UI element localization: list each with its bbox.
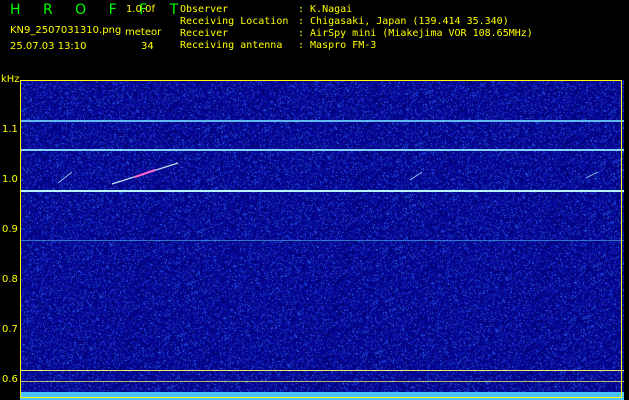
y-tick-label: 0.8	[2, 274, 18, 285]
header-panel: H R O F F T 1.0.0f KN9_2507031310.png me…	[0, 0, 629, 74]
y-tick-label: 0.7	[2, 324, 18, 335]
y-tick-label: 0.9	[2, 224, 18, 235]
info-receiver-value: : AirSpy mini (Miakejima VOR 108.65MHz)	[298, 28, 533, 39]
info-observer-value: : K.Nagai	[298, 4, 353, 15]
y-tick-label: 1.0	[2, 174, 18, 185]
noise-floor-band	[20, 392, 624, 400]
timestamp: 25.07.03 13:10	[10, 41, 87, 52]
meteor-count: 34	[141, 41, 154, 52]
info-location-value: : Chigasaki, Japan (139.414 35.340)	[298, 16, 509, 27]
app-version: 1.0.0f	[126, 4, 155, 15]
meteor-echo-head	[134, 169, 156, 178]
info-antenna: Receiving antenna : Maspro FM-3	[180, 39, 376, 52]
info-antenna-key: Receiving antenna	[180, 40, 283, 51]
meteor-echoes	[57, 162, 599, 185]
y-tick-label: 0.6	[2, 374, 18, 385]
app-brand: H R O F F T	[10, 2, 188, 18]
y-tick-label: 1.1	[2, 124, 18, 135]
meteor-echo	[585, 171, 599, 179]
mode-label: meteor	[125, 27, 162, 38]
meteor-echo	[57, 171, 73, 184]
y-axis-unit: kHz	[1, 74, 20, 85]
meteor-echo	[409, 171, 423, 181]
info-antenna-value: : Maspro FM-3	[298, 40, 377, 51]
file-name: KN9_2507031310.png	[10, 25, 122, 36]
spectrogram-plot	[20, 80, 624, 392]
